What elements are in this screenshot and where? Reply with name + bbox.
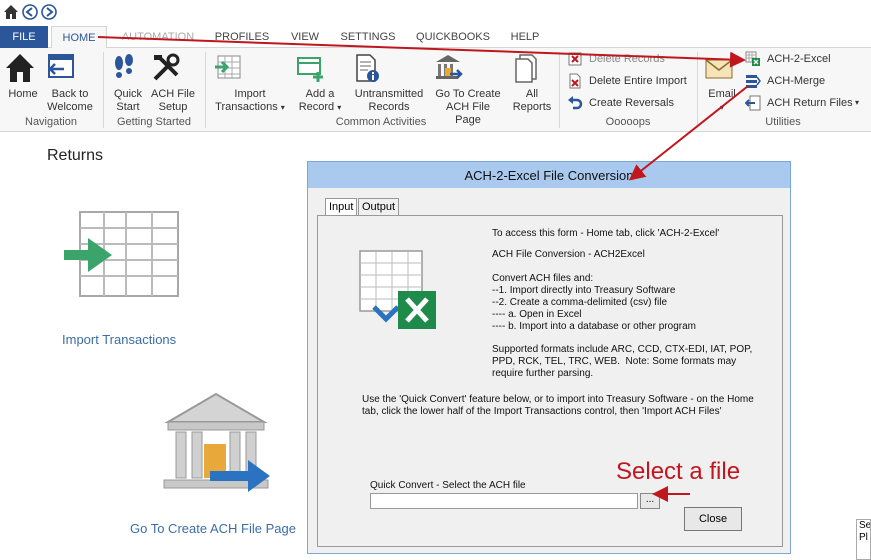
partial-window-fragment: Se Pl [856,519,871,560]
fragment-line-2: Pl [859,532,868,543]
fragment-line-1: Se [859,520,871,531]
annotation-select-file: Select a file [616,458,741,485]
annotation-arrows [97,36,749,502]
